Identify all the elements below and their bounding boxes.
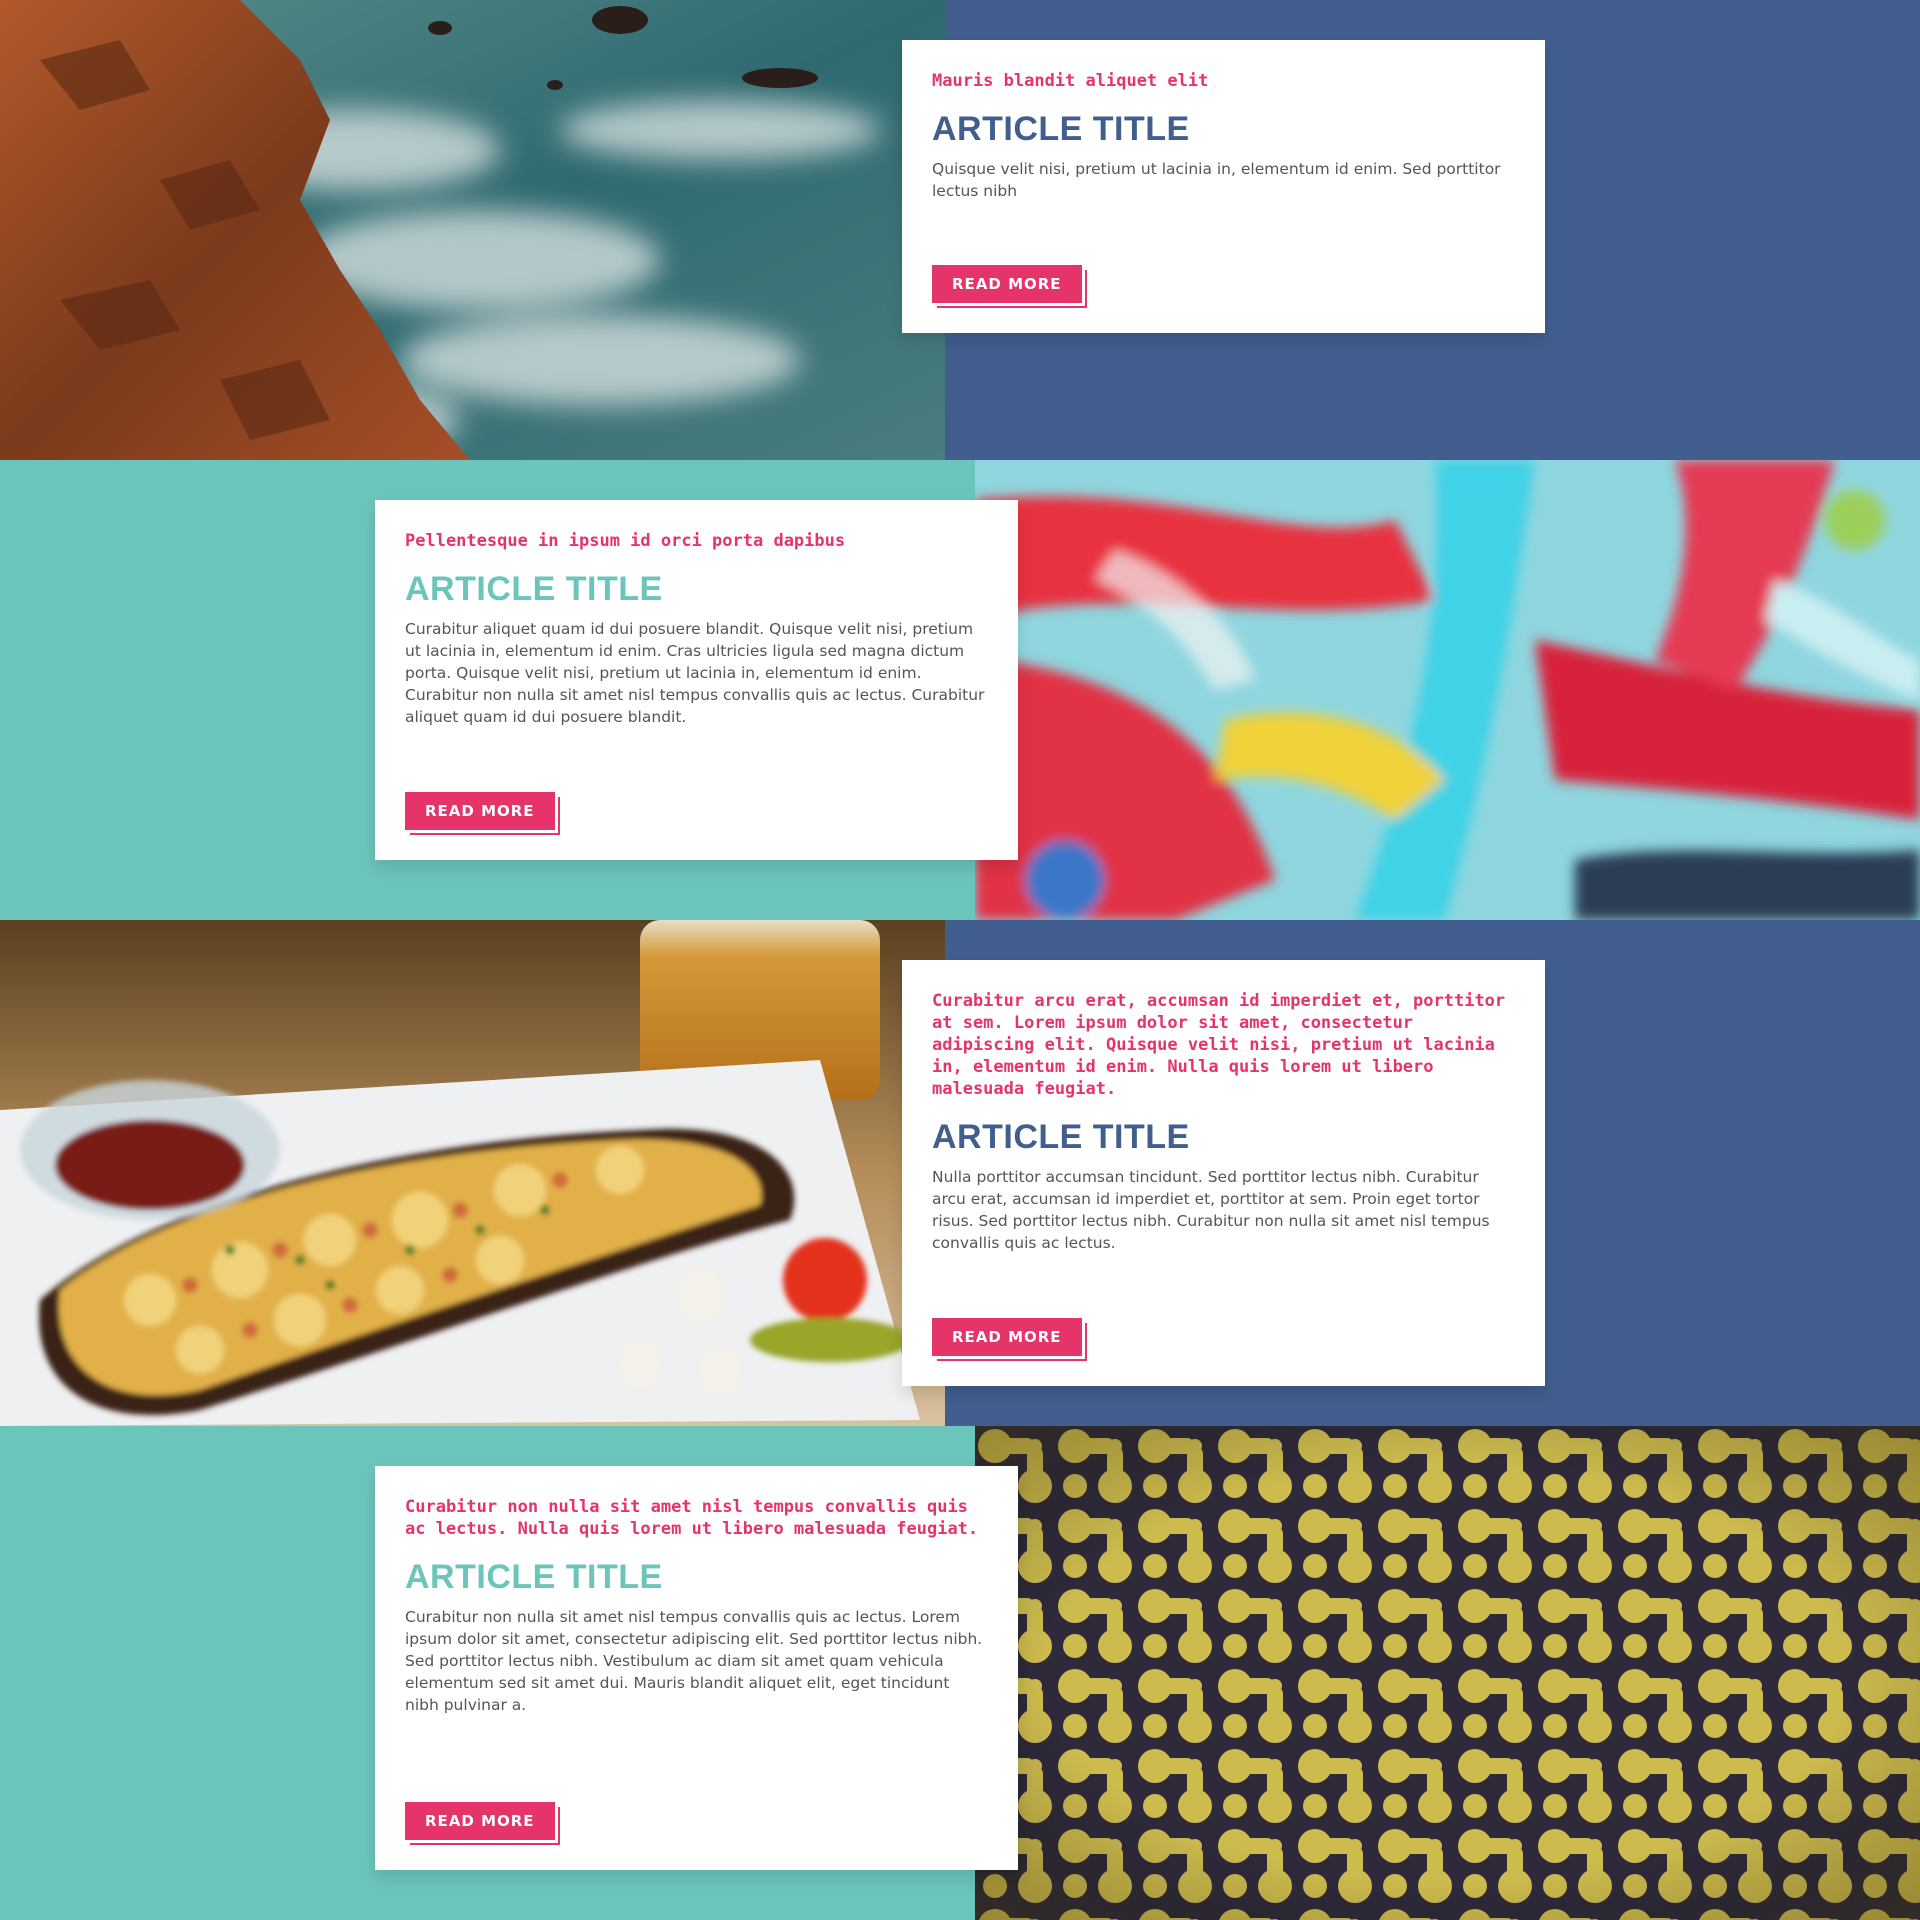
article-list: Mauris blandit aliquet elit ARTICLE TITL…: [0, 0, 1920, 1920]
article-title[interactable]: ARTICLE TITLE: [932, 1118, 1515, 1156]
article-title[interactable]: ARTICLE TITLE: [405, 570, 988, 608]
article-card: Mauris blandit aliquet elit ARTICLE TITL…: [902, 40, 1545, 333]
yellow-pattern-photo: [975, 1426, 1920, 1920]
article-excerpt: Curabitur non nulla sit amet nisl tempus…: [405, 1608, 983, 1714]
read-more-button[interactable]: READ MORE: [932, 1318, 1082, 1356]
article-excerpt: Curabitur aliquet quam id dui posuere bl…: [405, 620, 985, 726]
article-title[interactable]: ARTICLE TITLE: [405, 1558, 988, 1596]
article-kicker: Pellentesque in ipsum id orci porta dapi…: [405, 531, 846, 551]
article-title[interactable]: ARTICLE TITLE: [932, 110, 1515, 148]
read-more-button[interactable]: READ MORE: [405, 1802, 555, 1840]
article-kicker: Curabitur non nulla sit amet nisl tempus…: [405, 1497, 979, 1539]
article-section: Curabitur arcu erat, accumsan id imperdi…: [0, 920, 1920, 1426]
article-section: Mauris blandit aliquet elit ARTICLE TITL…: [0, 0, 1920, 460]
article-section: Curabitur non nulla sit amet nisl tempus…: [0, 1426, 1920, 1920]
article-section: Pellentesque in ipsum id orci porta dapi…: [0, 460, 1920, 920]
article-card: Curabitur arcu erat, accumsan id imperdi…: [902, 960, 1545, 1386]
article-excerpt: Nulla porttitor accumsan tincidunt. Sed …: [932, 1168, 1490, 1252]
article-card: Pellentesque in ipsum id orci porta dapi…: [375, 500, 1018, 860]
pizza-bread-photo: [0, 920, 945, 1426]
article-card: Curabitur non nulla sit amet nisl tempus…: [375, 1466, 1018, 1870]
article-excerpt: Quisque velit nisi, pretium ut lacinia i…: [932, 160, 1501, 200]
article-kicker: Mauris blandit aliquet elit: [932, 71, 1209, 91]
read-more-button[interactable]: READ MORE: [405, 792, 555, 830]
read-more-button[interactable]: READ MORE: [932, 265, 1082, 303]
abstract-paint-photo: [975, 460, 1920, 920]
article-kicker: Curabitur arcu erat, accumsan id imperdi…: [932, 991, 1506, 1099]
rocky-coast-photo: [0, 0, 945, 460]
